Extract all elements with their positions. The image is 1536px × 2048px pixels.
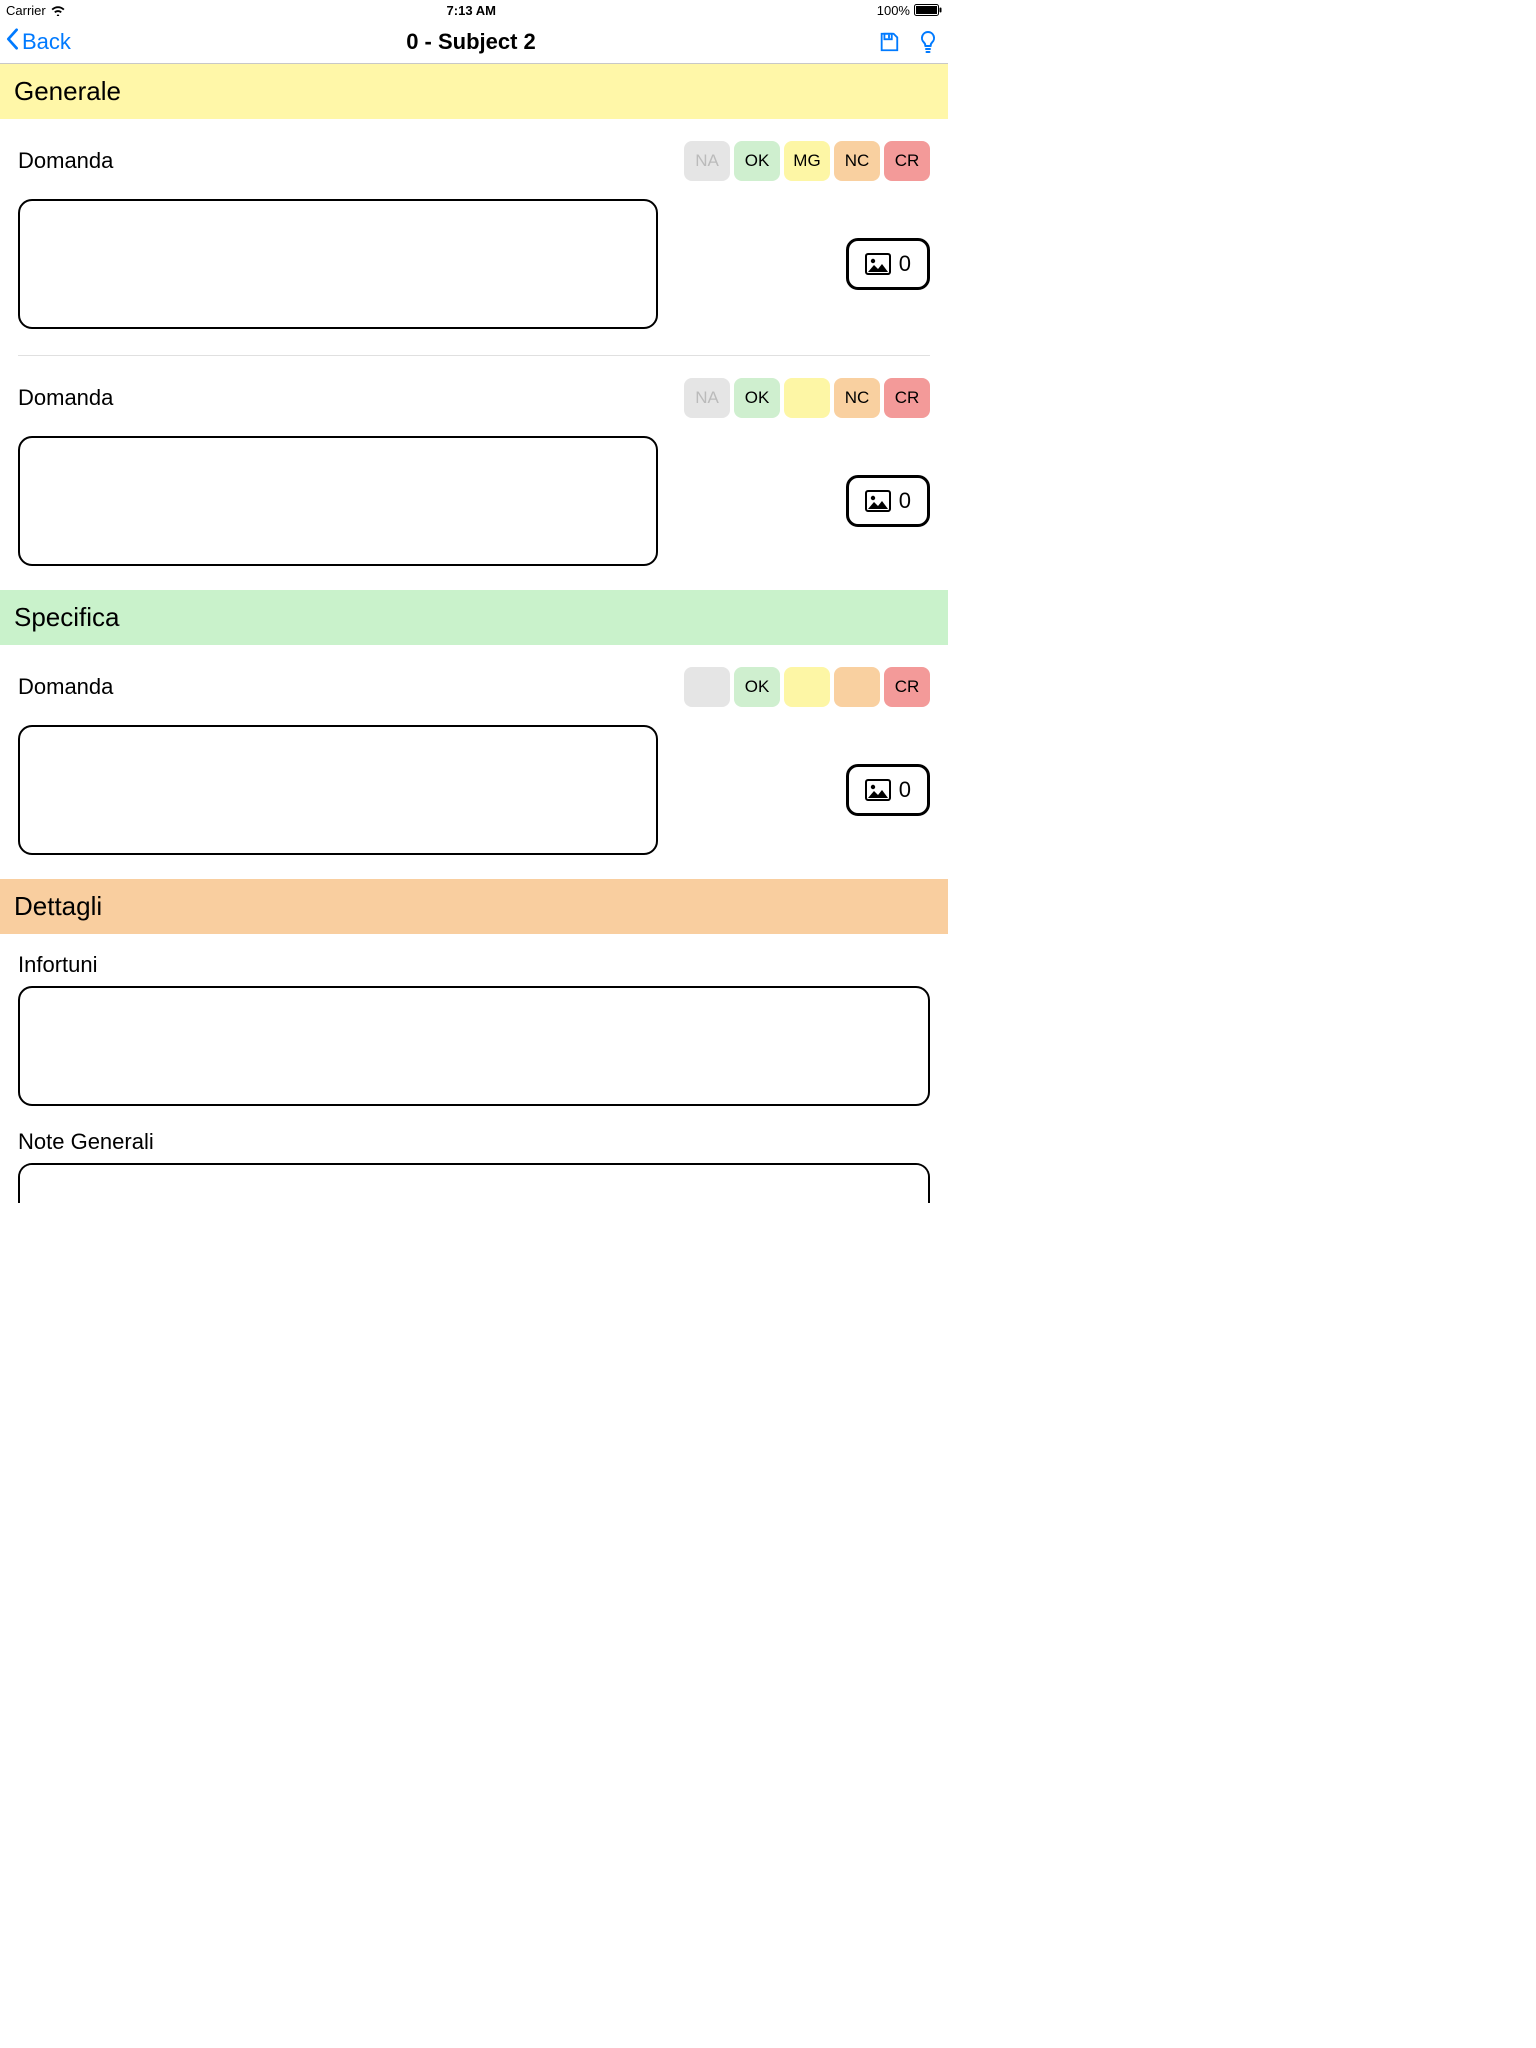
pill-na[interactable] bbox=[684, 667, 730, 707]
page-title: 0 - Subject 2 bbox=[164, 29, 778, 55]
photo-count: 0 bbox=[899, 488, 911, 514]
question-label: Domanda bbox=[18, 385, 113, 411]
wifi-icon bbox=[50, 4, 66, 16]
pill-nc[interactable] bbox=[834, 667, 880, 707]
pill-mg[interactable] bbox=[784, 378, 830, 418]
section-header-dettagli: Dettagli bbox=[0, 879, 948, 934]
detail-field-note: Note Generali bbox=[0, 1111, 948, 1208]
question-row: Domanda NA OK MG NC CR 0 bbox=[0, 119, 948, 329]
infortuni-input[interactable] bbox=[18, 986, 930, 1106]
navbar: Back 0 - Subject 2 bbox=[0, 20, 948, 64]
pill-mg[interactable]: MG bbox=[784, 141, 830, 181]
detail-field-infortuni: Infortuni bbox=[0, 934, 948, 1111]
pill-group: NA OK MG NC CR bbox=[684, 141, 930, 181]
pill-na[interactable]: NA bbox=[684, 141, 730, 181]
question-notes-input[interactable] bbox=[18, 725, 658, 855]
back-button[interactable]: Back bbox=[4, 28, 71, 56]
pill-cr[interactable]: CR bbox=[884, 667, 930, 707]
pill-nc[interactable]: NC bbox=[834, 378, 880, 418]
carrier-label: Carrier bbox=[6, 3, 46, 18]
pill-ok[interactable]: OK bbox=[734, 378, 780, 418]
note-generali-label: Note Generali bbox=[18, 1129, 930, 1155]
photo-button[interactable]: 0 bbox=[846, 475, 930, 527]
status-time: 7:13 AM bbox=[447, 3, 496, 18]
pill-ok[interactable]: OK bbox=[734, 141, 780, 181]
question-label: Domanda bbox=[18, 148, 113, 174]
section-header-generale: Generale bbox=[0, 64, 948, 119]
lightbulb-icon[interactable] bbox=[918, 30, 938, 54]
status-bar: Carrier 7:13 AM 100% bbox=[0, 0, 948, 20]
photo-button[interactable]: 0 bbox=[846, 764, 930, 816]
back-label: Back bbox=[22, 29, 71, 55]
image-icon bbox=[865, 253, 891, 275]
save-icon[interactable] bbox=[878, 31, 900, 53]
pill-cr[interactable]: CR bbox=[884, 141, 930, 181]
question-notes-input[interactable] bbox=[18, 199, 658, 329]
pill-group: NA OK NC CR bbox=[684, 378, 930, 418]
note-generali-input[interactable] bbox=[18, 1163, 930, 1203]
photo-button[interactable]: 0 bbox=[846, 238, 930, 290]
image-icon bbox=[865, 779, 891, 801]
pill-mg[interactable] bbox=[784, 667, 830, 707]
infortuni-label: Infortuni bbox=[18, 952, 930, 978]
pill-group: OK CR bbox=[684, 667, 930, 707]
section-header-specifica: Specifica bbox=[0, 590, 948, 645]
photo-count: 0 bbox=[899, 777, 911, 803]
chevron-left-icon bbox=[4, 28, 20, 56]
pill-ok[interactable]: OK bbox=[734, 667, 780, 707]
pill-na[interactable]: NA bbox=[684, 378, 730, 418]
question-notes-input[interactable] bbox=[18, 436, 658, 566]
image-icon bbox=[865, 490, 891, 512]
battery-percent: 100% bbox=[877, 3, 910, 18]
question-row: Domanda NA OK NC CR 0 bbox=[0, 356, 948, 566]
question-row: Domanda OK CR 0 bbox=[0, 645, 948, 855]
pill-nc[interactable]: NC bbox=[834, 141, 880, 181]
pill-cr[interactable]: CR bbox=[884, 378, 930, 418]
battery-icon bbox=[914, 4, 942, 16]
question-label: Domanda bbox=[18, 674, 113, 700]
photo-count: 0 bbox=[899, 251, 911, 277]
